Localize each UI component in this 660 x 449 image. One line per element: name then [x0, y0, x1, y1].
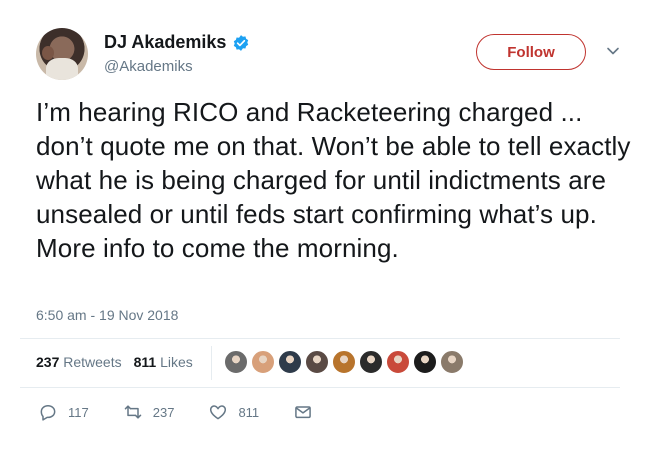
liker-avatars	[224, 350, 464, 374]
reply-icon	[40, 405, 56, 421]
user-handle[interactable]: @Akademiks	[104, 58, 193, 75]
liker-avatar[interactable]	[386, 350, 410, 374]
retweets-stat[interactable]: 237 Retweets	[36, 354, 122, 370]
likes-label: Likes	[160, 354, 193, 370]
avatar-hand	[42, 46, 54, 60]
retweet-icon	[124, 405, 141, 419]
likes-stat[interactable]: 811 Likes	[134, 354, 193, 370]
liker-avatar[interactable]	[332, 350, 356, 374]
stats-separator	[211, 346, 212, 380]
like-button[interactable]: 811	[208, 402, 259, 422]
retweets-label: Retweets	[63, 354, 122, 370]
divider-top	[20, 338, 620, 339]
liker-avatar[interactable]	[278, 350, 302, 374]
liker-avatar[interactable]	[251, 350, 275, 374]
avatar[interactable]	[36, 28, 88, 80]
heart-icon	[210, 405, 227, 420]
tweet-text: I’m hearing RICO and Racketeering charge…	[36, 97, 631, 263]
chevron-down-icon[interactable]	[606, 44, 620, 58]
liker-avatar[interactable]	[305, 350, 329, 374]
display-name[interactable]: DJ Akademiks	[104, 32, 226, 53]
author-name-row: DJ Akademiks	[104, 32, 250, 53]
direct-message-button[interactable]	[293, 402, 313, 422]
engagement-stats: 237 Retweets 811 Likes	[36, 354, 193, 370]
action-bar: 117 237 811	[38, 402, 347, 422]
retweets-count: 237	[36, 354, 60, 370]
avatar-shirt	[46, 58, 78, 80]
liker-avatar[interactable]	[224, 350, 248, 374]
envelope-icon	[295, 406, 312, 419]
like-count: 811	[238, 404, 260, 420]
divider-bottom	[20, 387, 620, 388]
tweet-timestamp[interactable]: 6:50 am - 19 Nov 2018	[36, 307, 178, 323]
retweet-button[interactable]: 237	[123, 402, 175, 422]
verified-badge-icon	[234, 34, 249, 51]
liker-avatar[interactable]	[413, 350, 437, 374]
liker-avatar[interactable]	[359, 350, 383, 374]
reply-count: 117	[68, 404, 89, 420]
liker-avatar[interactable]	[440, 350, 464, 374]
follow-button[interactable]: Follow	[476, 34, 586, 70]
likes-count: 811	[133, 354, 157, 370]
retweet-count: 237	[152, 404, 175, 420]
reply-button[interactable]: 117	[38, 402, 89, 422]
